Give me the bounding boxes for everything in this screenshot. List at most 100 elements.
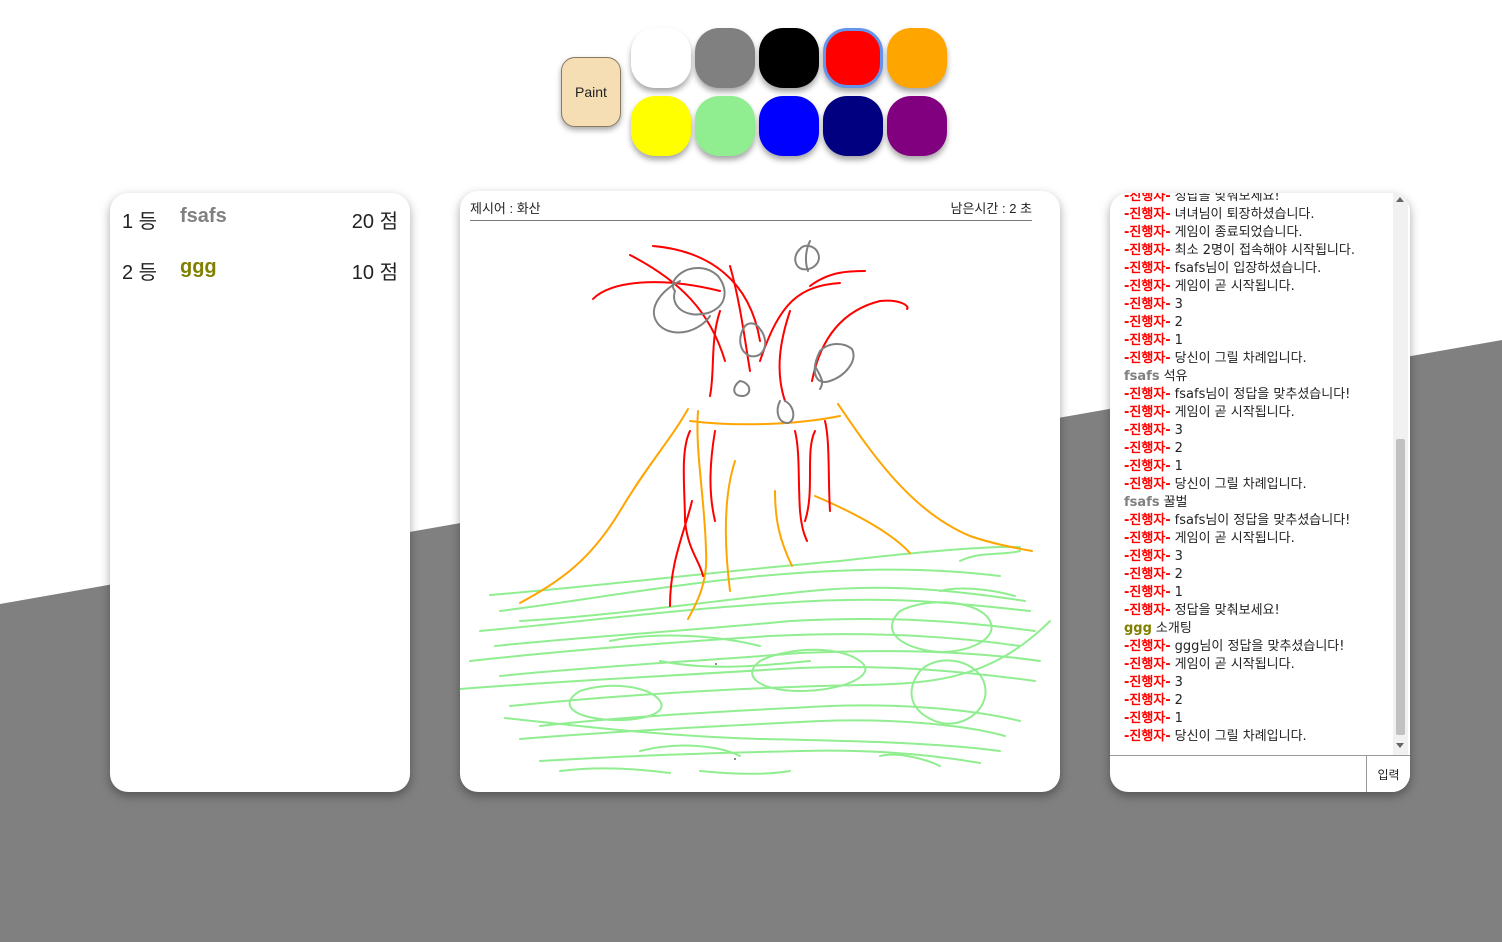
chat-text: 석유	[1163, 369, 1188, 384]
chat-text: 3	[1174, 549, 1183, 564]
chat-message: -진행자-fsafs님이 정답을 맞추셨습니다!	[1124, 386, 1386, 404]
color-swatch-red[interactable]	[823, 28, 883, 88]
paint-button[interactable]: Paint	[561, 57, 621, 127]
ranking-row: 1 등 fsafs 20 점	[110, 201, 410, 237]
chat-text: fsafs님이 입장하셨습니다.	[1174, 261, 1322, 276]
chat-sender: fsafs	[1124, 495, 1160, 510]
chat-message: -진행자- 1	[1124, 458, 1386, 476]
color-swatch-navy[interactable]	[823, 96, 883, 156]
chat-sender: -진행자-	[1124, 711, 1171, 726]
chat-message: -진행자- 게임이 곧 시작됩니다.	[1124, 656, 1386, 674]
chat-sender: -진행자-	[1124, 315, 1171, 330]
scroll-up-arrow-icon[interactable]	[1396, 197, 1404, 202]
chat-text: 게임이 곧 시작됩니다.	[1174, 405, 1295, 420]
chat-text: 최소 2명이 접속해야 시작됩니다.	[1174, 243, 1355, 258]
color-swatch-yellow[interactable]	[631, 96, 691, 156]
rank-score: 10 점	[351, 262, 398, 284]
chat-scrollbar[interactable]	[1393, 193, 1408, 755]
scroll-thumb[interactable]	[1396, 439, 1405, 735]
chat-message: -진행자- 게임이 곧 시작됩니다.	[1124, 278, 1386, 296]
color-swatch-black[interactable]	[759, 28, 819, 88]
chat-sender: -진행자-	[1124, 693, 1171, 708]
drawing-canvas[interactable]	[460, 191, 1060, 792]
send-button[interactable]: 입력	[1366, 756, 1410, 792]
chat-sender: -진행자-	[1124, 225, 1171, 240]
chat-message: -진행자-ggg님이 정답을 맞추셨습니다!	[1124, 638, 1386, 656]
chat-text: 소개팅	[1155, 621, 1192, 636]
chat-message: -진행자-fsafs님이 정답을 맞추셨습니다!	[1124, 512, 1386, 530]
chat-text: 당신이 그릴 차례입니다.	[1174, 729, 1307, 744]
chat-message: -진행자- 정답을 맞춰보세요!	[1124, 602, 1386, 620]
chat-message: fsafs 꿀벌	[1124, 494, 1386, 512]
chat-log[interactable]: -진행자- 정답을 맞춰보세요! -진행자- 녀녀님이 퇴장하셨습니다. -진행자- 게임…	[1110, 193, 1393, 753]
chat-sender: -진행자-	[1124, 585, 1171, 600]
chat-sender: -진행자-	[1124, 567, 1171, 582]
color-swatch-purple[interactable]	[887, 96, 947, 156]
chat-sender: -진행자-	[1124, 459, 1171, 474]
chat-text: 게임이 곧 시작됩니다.	[1174, 279, 1295, 294]
chat-text: 2	[1174, 567, 1183, 582]
chat-sender: -진행자-	[1124, 405, 1171, 420]
chat-text: fsafs님이 정답을 맞추셨습니다!	[1174, 387, 1351, 402]
chat-message: -진행자- 2	[1124, 692, 1386, 710]
chat-message: -진행자- 1	[1124, 584, 1386, 602]
drawing-canvas-panel: 제시어 : 화산 남은시간 : 2 초	[460, 191, 1060, 792]
chat-message: -진행자- 게임이 곧 시작됩니다.	[1124, 530, 1386, 548]
chat-message: -진행자- 3	[1124, 296, 1386, 314]
chat-message: -진행자-fsafs님이 입장하셨습니다.	[1124, 260, 1386, 278]
chat-messages: -진행자- 정답을 맞춰보세요! -진행자- 녀녀님이 퇴장하셨습니다. -진행자- 게임…	[1124, 193, 1386, 746]
color-swatch-gray[interactable]	[695, 28, 755, 88]
chat-sender: ggg	[1124, 621, 1152, 636]
chat-message: -진행자- 2	[1124, 314, 1386, 332]
chat-text: 1	[1174, 459, 1183, 474]
color-swatch-orange[interactable]	[887, 28, 947, 88]
chat-text: 꿀벌	[1163, 495, 1188, 510]
chat-sender: -진행자-	[1124, 423, 1171, 438]
chat-text: 게임이 종료되었습니다.	[1174, 225, 1303, 240]
chat-message: -진행자- 당신이 그릴 차례입니다.	[1124, 728, 1386, 746]
rank-position: 2 등	[122, 262, 158, 284]
rank-player-name: ggg	[180, 256, 217, 278]
chat-sender: -진행자-	[1124, 531, 1171, 546]
rank-score: 20 점	[351, 211, 398, 233]
chat-sender: -진행자-	[1124, 603, 1171, 618]
chat-sender: -진행자-	[1124, 333, 1171, 348]
chat-message: -진행자- 1	[1124, 332, 1386, 350]
chat-text: 1	[1174, 711, 1183, 726]
chat-text: 3	[1174, 423, 1183, 438]
chat-text: 1	[1174, 333, 1183, 348]
color-swatch-white[interactable]	[631, 28, 691, 88]
chat-sender: -진행자-	[1124, 193, 1171, 204]
chat-text: 녀녀님이 퇴장하셨습니다.	[1174, 207, 1315, 222]
chat-text: 게임이 곧 시작됩니다.	[1174, 657, 1295, 672]
chat-input[interactable]	[1110, 756, 1365, 792]
chat-message: fsafs 석유	[1124, 368, 1386, 386]
chat-message: ggg 소개팅	[1124, 620, 1386, 638]
chat-sender: -진행자-	[1124, 297, 1171, 312]
chat-sender: -진행자-	[1124, 639, 1171, 654]
ranking-row: 2 등 ggg 10 점	[110, 252, 410, 288]
chat-message: -진행자- 당신이 그릴 차례입니다.	[1124, 476, 1386, 494]
chat-text: 당신이 그릴 차례입니다.	[1174, 351, 1307, 366]
chat-message: -진행자- 정답을 맞춰보세요!	[1124, 193, 1386, 206]
chat-sender: -진행자-	[1124, 243, 1171, 258]
chat-input-row: 입력	[1110, 755, 1410, 792]
chat-sender: -진행자-	[1124, 657, 1171, 672]
chat-sender: -진행자-	[1124, 207, 1171, 222]
chat-sender: -진행자-	[1124, 351, 1171, 366]
chat-text: 당신이 그릴 차례입니다.	[1174, 477, 1307, 492]
color-swatch-light-green[interactable]	[695, 96, 755, 156]
chat-text: 정답을 맞춰보세요!	[1174, 193, 1280, 204]
chat-message: -진행자- 녀녀님이 퇴장하셨습니다.	[1124, 206, 1386, 224]
chat-sender: -진행자-	[1124, 441, 1171, 456]
scroll-down-arrow-icon[interactable]	[1396, 743, 1404, 748]
chat-text: ggg님이 정답을 맞추셨습니다!	[1174, 639, 1345, 654]
chat-sender: fsafs	[1124, 369, 1160, 384]
chat-message: -진행자- 최소 2명이 접속해야 시작됩니다.	[1124, 242, 1386, 260]
chat-sender: -진행자-	[1124, 387, 1171, 402]
color-swatch-blue[interactable]	[759, 96, 819, 156]
chat-message: -진행자- 게임이 종료되었습니다.	[1124, 224, 1386, 242]
chat-sender: -진행자-	[1124, 729, 1171, 744]
chat-text: 2	[1174, 315, 1183, 330]
chat-text: fsafs님이 정답을 맞추셨습니다!	[1174, 513, 1351, 528]
